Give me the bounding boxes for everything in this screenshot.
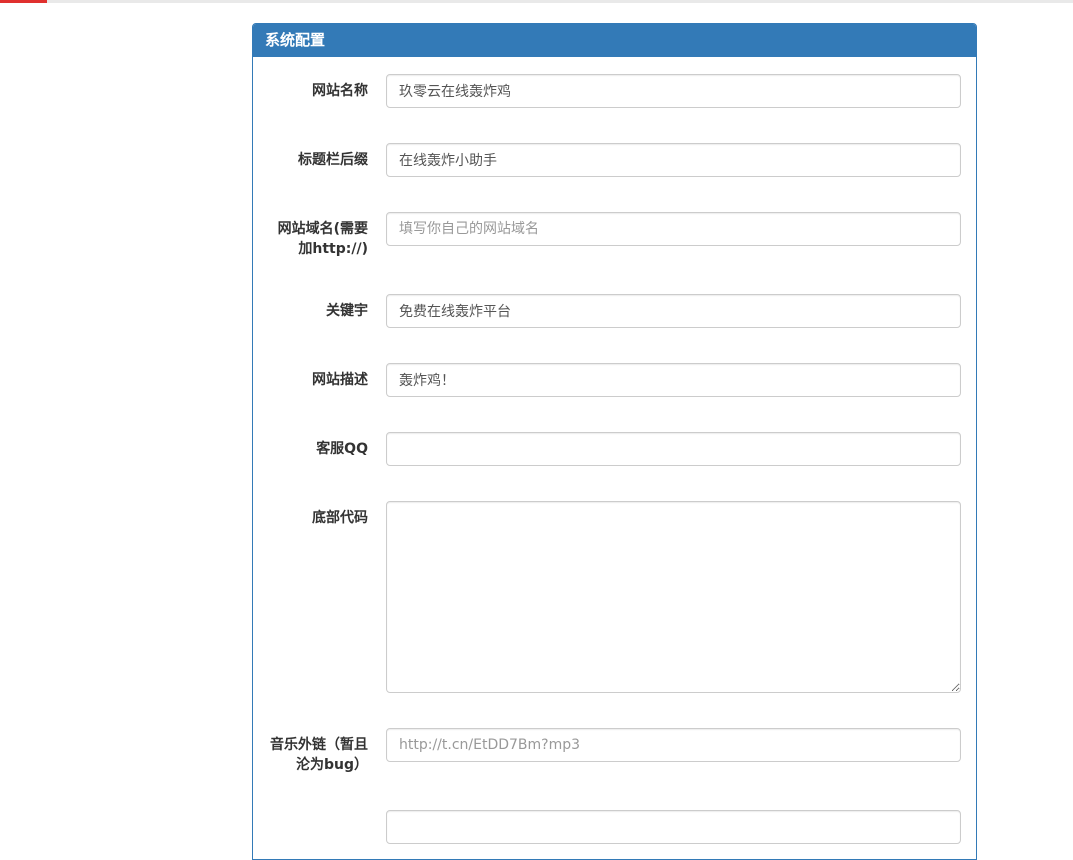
text-input[interactable] [386,432,961,466]
field-input-wrapper [386,728,961,762]
field-label: 网站名称 [268,74,368,101]
field-label: 客服QQ [268,432,368,459]
field-input-wrapper [386,363,961,397]
field-label: 标题栏后缀 [268,143,368,170]
field-input-wrapper [386,810,961,844]
system-config-panel: 系统配置 网站名称 标题栏后缀 网站域名(需要加http://) 关键宇 网站描… [252,23,977,860]
panel-title: 系统配置 [265,31,325,49]
field-input-wrapper [386,74,961,108]
field-label: 关键宇 [268,294,368,321]
field-label [268,810,368,817]
text-input[interactable] [386,363,961,397]
panel-header: 系统配置 [253,24,976,57]
footer-code-textarea[interactable] [386,501,961,693]
top-divider-line [0,0,1073,3]
text-input[interactable] [386,212,961,246]
text-input[interactable] [386,294,961,328]
field-label: 底部代码 [268,501,368,528]
field-label: 网站域名(需要加http://) [268,212,368,259]
form-field-row: 标题栏后缀 [268,143,961,177]
text-input[interactable] [386,143,961,177]
field-input-wrapper [386,501,961,693]
text-input[interactable] [386,810,961,844]
form-field-row: 客服QQ [268,432,961,466]
text-input[interactable] [386,728,961,762]
text-input[interactable] [386,74,961,108]
form-field-row: 网站域名(需要加http://) [268,212,961,259]
loading-progress-bar [0,0,47,3]
form-field-row: 网站描述 [268,363,961,397]
form-field-row: 音乐外链（暂且沦为bug） [268,728,961,775]
panel-body: 网站名称 标题栏后缀 网站域名(需要加http://) 关键宇 网站描述 客服Q… [253,57,976,859]
field-label: 网站描述 [268,363,368,390]
field-label: 音乐外链（暂且沦为bug） [268,728,368,775]
form-field-row: 关键宇 [268,294,961,328]
field-input-wrapper [386,212,961,246]
field-input-wrapper [386,143,961,177]
field-input-wrapper [386,294,961,328]
form-field-row: 底部代码 [268,501,961,693]
field-input-wrapper [386,432,961,466]
form-field-row: 网站名称 [268,74,961,108]
form-field-row [268,810,961,844]
